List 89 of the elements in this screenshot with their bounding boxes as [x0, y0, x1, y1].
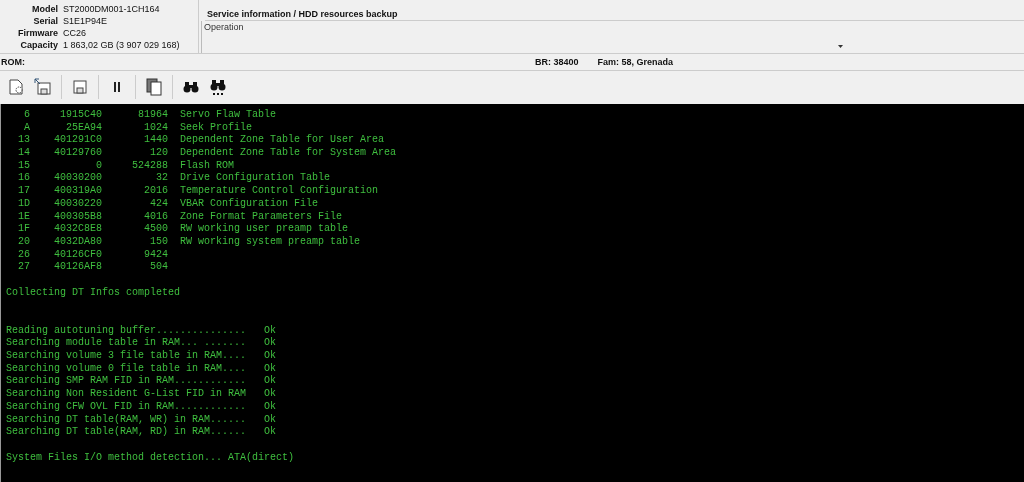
file-name: RW working user preamp table	[179, 223, 350, 236]
check-result: Ok	[264, 388, 278, 401]
file-name: Flash ROM	[179, 159, 235, 172]
file-address: 40126AF8	[53, 261, 102, 274]
file-id: 1F	[17, 223, 30, 236]
check-result: Ok	[264, 337, 278, 350]
rom-label: ROM:	[1, 57, 25, 67]
file-size: 32	[155, 172, 168, 186]
file-size: 1440	[143, 134, 168, 148]
check-message: Searching DT table(RAM, WR) in RAM......	[6, 413, 248, 426]
file-id: 1E	[17, 210, 30, 224]
file-id: 16	[17, 172, 30, 186]
file-id: 15	[17, 159, 30, 173]
check-result: Ok	[264, 400, 278, 414]
file-address: 25EA94	[65, 121, 102, 135]
file-size: 4016	[143, 210, 168, 224]
field-label: Capacity	[19, 39, 58, 51]
file-name: Servo Flaw Table	[179, 109, 277, 122]
file-size: 1024	[143, 121, 168, 135]
console-message: Collecting DT Infos completed	[6, 286, 181, 298]
file-id: A	[23, 121, 30, 135]
check-message: Searching Non Resident G-List FID in RAM	[6, 388, 248, 401]
file-id: 1D	[17, 197, 30, 211]
file-id: 20	[17, 235, 30, 249]
file-size: 504	[149, 261, 168, 274]
file-address: 0	[95, 159, 102, 173]
file-size: 150	[149, 235, 168, 249]
file-address: 40129760	[53, 147, 102, 160]
file-id: 27	[17, 261, 30, 274]
check-result: Ok	[264, 426, 278, 439]
check-result: Ok	[264, 362, 278, 375]
drive-family: Fam: 58, Grenada	[597, 57, 674, 67]
file-id: 17	[17, 185, 30, 198]
file-address: 4032DA80	[53, 235, 102, 249]
floppy-arrow-icon[interactable]	[34, 77, 52, 96]
file-address: 4032C8E8	[53, 223, 102, 236]
file-name: Drive Configuration Table	[179, 172, 332, 185]
field-value: ST2000DM001-1CH164	[63, 3, 161, 15]
copy-icon[interactable]	[145, 77, 163, 96]
check-message: Searching SMP RAM FID in RAM............	[6, 375, 248, 388]
file-name: RW working system preamp table	[179, 235, 362, 249]
file-name: Zone Format Parameters File	[179, 210, 344, 223]
file-name: Dependent Zone Table for System Area	[179, 147, 398, 160]
check-message: Reading autotuning buffer...............	[6, 324, 248, 337]
check-message: Searching DT table(RAM, RD) in RAM......	[6, 426, 248, 439]
file-address: 40030200	[53, 172, 102, 186]
operation-label: Operation	[203, 21, 245, 33]
file-address: 1915C40	[59, 109, 102, 122]
field-label: Model	[31, 3, 58, 15]
field-label: Firmware	[16, 27, 58, 39]
file-size: 424	[149, 197, 168, 211]
file-size: 81964	[137, 109, 168, 122]
check-message: Searching volume 3 file table in RAM....	[6, 350, 248, 363]
current-test-field: Service information / HDD resources backup	[205, 0, 1024, 21]
file-size: 4500	[143, 223, 168, 236]
field-value: CC26	[63, 27, 87, 39]
field-label: Serial	[32, 15, 58, 27]
baud-rate: BR: 38400	[535, 57, 579, 67]
file-size: 120	[149, 147, 168, 160]
file-address: 400305B8	[53, 210, 102, 224]
file-name: VBAR Configuration File	[179, 197, 320, 211]
file-name: Temperature Control Configuration	[179, 185, 380, 198]
file-address: 401291C0	[53, 134, 102, 148]
check-result: Ok	[264, 375, 278, 388]
file-id: 6	[23, 109, 30, 122]
pause-icon[interactable]	[113, 81, 121, 92]
file-address: 40126CF0	[53, 248, 102, 262]
check-message: Searching volume 0 file table in RAM....	[6, 362, 248, 375]
file-size: 9424	[143, 248, 168, 262]
file-address: 400319A0	[53, 185, 102, 198]
file-id: 13	[17, 134, 30, 148]
check-message: Searching module table in RAM... .......	[6, 337, 248, 350]
file-id: 14	[17, 147, 30, 160]
file-name: Dependent Zone Table for User Area	[179, 134, 386, 147]
check-result: Ok	[264, 324, 278, 337]
field-value: 1 863,02 GB (3 907 029 168)	[63, 39, 181, 51]
caret-icon[interactable]	[838, 45, 843, 48]
file-size: 524288	[131, 159, 168, 173]
check-message: Searching CFW OVL FID in RAM............	[6, 400, 248, 414]
binoculars-dots-icon[interactable]	[209, 77, 227, 96]
field-value: S1E1P94E	[63, 15, 109, 27]
check-result: Ok	[264, 413, 278, 426]
file-name: Seek Profile	[179, 121, 253, 134]
file-id: 26	[17, 248, 30, 262]
check-result: Ok	[264, 350, 278, 363]
document-gear-icon[interactable]	[7, 77, 25, 96]
file-address: 40030220	[53, 197, 102, 211]
file-size: 2016	[143, 185, 168, 198]
console-message: System Files I/O method detection... ATA(direct)	[6, 451, 295, 463]
